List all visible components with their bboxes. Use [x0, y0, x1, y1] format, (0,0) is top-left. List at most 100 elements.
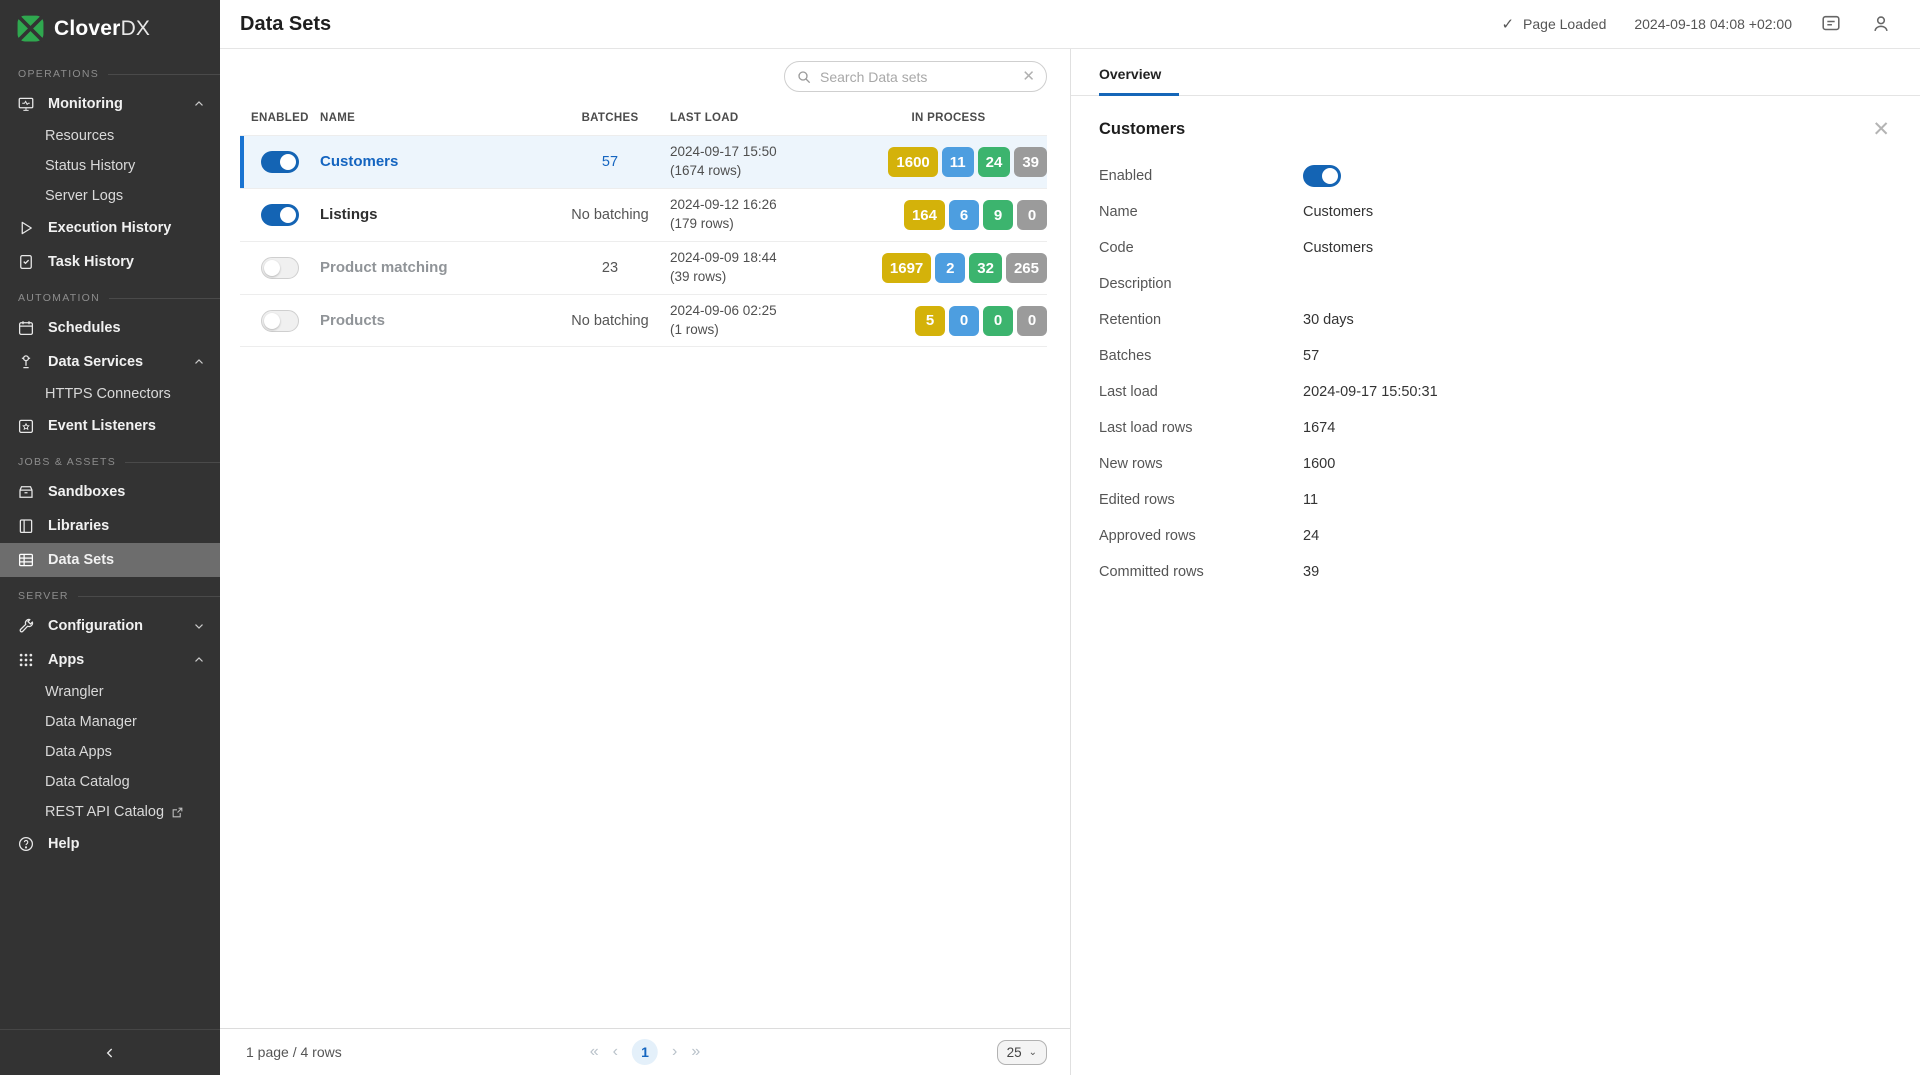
table-row[interactable]: Products No batching 2024-09-06 02:25(1 …: [240, 294, 1047, 347]
sidebar-item-sandboxes[interactable]: Sandboxes: [0, 475, 220, 509]
field-name: NameCustomers: [1099, 194, 1892, 230]
wrench-icon: [17, 617, 35, 635]
sidebar-item-data-manager[interactable]: Data Manager: [0, 707, 220, 737]
enabled-toggle[interactable]: [1303, 165, 1341, 187]
badge-approved-rows: 24: [978, 147, 1011, 177]
sidebar-item-label: Sandboxes: [48, 484, 125, 500]
batches-cell: No batching: [550, 313, 670, 329]
sidebar-item-help[interactable]: Help: [0, 827, 220, 861]
pagination-bar: 1 page / 4 rows « ‹ 1 › » 25 ⌄: [220, 1028, 1070, 1075]
sidebar-item-execution-history[interactable]: Execution History: [0, 211, 220, 245]
sidebar-item-configuration[interactable]: Configuration: [0, 609, 220, 643]
sidebar-item-label: Monitoring: [48, 96, 123, 112]
overview-fields: Enabled NameCustomers CodeCustomers Desc…: [1071, 154, 1920, 594]
section-server: SERVER: [0, 577, 220, 609]
feedback-icon[interactable]: [1820, 13, 1842, 35]
sidebar-item-event-listeners[interactable]: Event Listeners: [0, 409, 220, 443]
sidebar-item-https-connectors[interactable]: HTTPS Connectors: [0, 379, 220, 409]
table-icon: [17, 551, 35, 569]
current-page-indicator[interactable]: 1: [632, 1039, 658, 1065]
tab-overview[interactable]: Overview: [1099, 66, 1179, 96]
first-page-button[interactable]: «: [590, 1043, 599, 1061]
data-services-icon: [17, 353, 35, 371]
table-row[interactable]: Listings No batching 2024-09-12 16:26(17…: [240, 188, 1047, 241]
badge-committed-rows: 39: [1014, 147, 1047, 177]
in-process-badges: 5 0 0 0: [850, 306, 1047, 336]
sidebar-item-label: Configuration: [48, 618, 143, 634]
data-set-name-link[interactable]: Products: [320, 312, 385, 329]
sidebar-item-data-apps[interactable]: Data Apps: [0, 737, 220, 767]
sidebar: CloverDX OPERATIONS Monitoring Resources…: [0, 0, 220, 1075]
sidebar-item-rest-api-catalog[interactable]: REST API Catalog: [0, 797, 220, 827]
sidebar-item-status-history[interactable]: Status History: [0, 151, 220, 181]
apps-grid-icon: [17, 651, 35, 669]
sidebar-item-label: Event Listeners: [48, 418, 156, 434]
main-area: Data Sets ✓ Page Loaded 2024-09-18 04:08…: [220, 0, 1920, 1075]
play-icon: [17, 219, 35, 237]
collapse-chevron-icon: [102, 1045, 118, 1061]
search-input[interactable]: [820, 69, 1014, 85]
sidebar-item-monitoring[interactable]: Monitoring: [0, 87, 220, 121]
app-logo[interactable]: CloverDX: [0, 0, 220, 55]
data-set-name-link[interactable]: Listings: [320, 206, 378, 223]
in-process-badges: 1697 2 32 265: [850, 253, 1047, 283]
sidebar-item-data-catalog[interactable]: Data Catalog: [0, 767, 220, 797]
row-enabled-toggle[interactable]: [261, 151, 299, 173]
search-clear-icon[interactable]: ✕: [1022, 69, 1035, 84]
monitor-icon: [17, 95, 35, 113]
field-last-load-rows: Last load rows1674: [1099, 410, 1892, 446]
field-retention: Retention30 days: [1099, 302, 1892, 338]
sidebar-item-data-sets[interactable]: Data Sets: [0, 543, 220, 577]
sidebar-item-task-history[interactable]: Task History: [0, 245, 220, 279]
sidebar-item-apps[interactable]: Apps: [0, 643, 220, 677]
sidebar-item-label: Data Sets: [48, 552, 114, 568]
field-description: Description: [1099, 266, 1892, 302]
batches-cell: No batching: [550, 207, 670, 223]
search-icon: [796, 69, 812, 85]
badge-committed-rows: 0: [1017, 306, 1047, 336]
field-batches: Batches57: [1099, 338, 1892, 374]
sandbox-icon: [17, 483, 35, 501]
section-operations: OPERATIONS: [0, 55, 220, 87]
field-edited-rows: Edited rows11: [1099, 482, 1892, 518]
section-jobs-assets: JOBS & ASSETS: [0, 443, 220, 475]
last-page-button[interactable]: »: [691, 1043, 700, 1061]
prev-page-button[interactable]: ‹: [613, 1043, 618, 1061]
badge-approved-rows: 32: [969, 253, 1002, 283]
status-label: Page Loaded: [1523, 16, 1606, 32]
field-approved-rows: Approved rows24: [1099, 518, 1892, 554]
batches-link[interactable]: 57: [602, 154, 618, 170]
server-timestamp: 2024-09-18 04:08 +02:00: [1634, 16, 1792, 32]
help-icon: [17, 835, 35, 853]
row-enabled-toggle[interactable]: [261, 257, 299, 279]
calendar-star-icon: [17, 417, 35, 435]
sidebar-nav: OPERATIONS Monitoring Resources Status H…: [0, 55, 220, 861]
sidebar-item-schedules[interactable]: Schedules: [0, 311, 220, 345]
row-enabled-toggle[interactable]: [261, 204, 299, 226]
sidebar-item-label: Help: [48, 836, 79, 852]
close-icon[interactable]: ✕: [1872, 119, 1890, 140]
data-set-name-link[interactable]: Customers: [320, 153, 398, 170]
clipboard-check-icon: [17, 253, 35, 271]
table-row[interactable]: Customers 57 2024-09-17 15:50(1674 rows)…: [240, 135, 1047, 188]
table-header-row: ENABLED NAME BATCHES LAST LOAD IN PROCES…: [240, 102, 1047, 135]
badge-new-rows: 1600: [888, 147, 937, 177]
chevron-down-icon: ⌄: [1029, 1047, 1037, 1058]
badge-committed-rows: 265: [1006, 253, 1047, 283]
user-icon[interactable]: [1870, 13, 1892, 35]
next-page-button[interactable]: ›: [672, 1043, 677, 1061]
col-header-last-load: LAST LOAD: [670, 112, 850, 124]
sidebar-item-data-services[interactable]: Data Services: [0, 345, 220, 379]
sidebar-item-server-logs[interactable]: Server Logs: [0, 181, 220, 211]
external-link-icon: [171, 806, 184, 819]
table-row[interactable]: Product matching 23 2024-09-09 18:44(39 …: [240, 241, 1047, 294]
page-size-select[interactable]: 25 ⌄: [997, 1040, 1047, 1065]
sidebar-item-resources[interactable]: Resources: [0, 121, 220, 151]
detail-tabs: Overview: [1071, 49, 1920, 96]
badge-edited-rows: 6: [949, 200, 979, 230]
sidebar-item-libraries[interactable]: Libraries: [0, 509, 220, 543]
row-enabled-toggle[interactable]: [261, 310, 299, 332]
data-set-name-link[interactable]: Product matching: [320, 259, 448, 276]
sidebar-item-wrangler[interactable]: Wrangler: [0, 677, 220, 707]
sidebar-collapse-button[interactable]: [0, 1029, 220, 1075]
